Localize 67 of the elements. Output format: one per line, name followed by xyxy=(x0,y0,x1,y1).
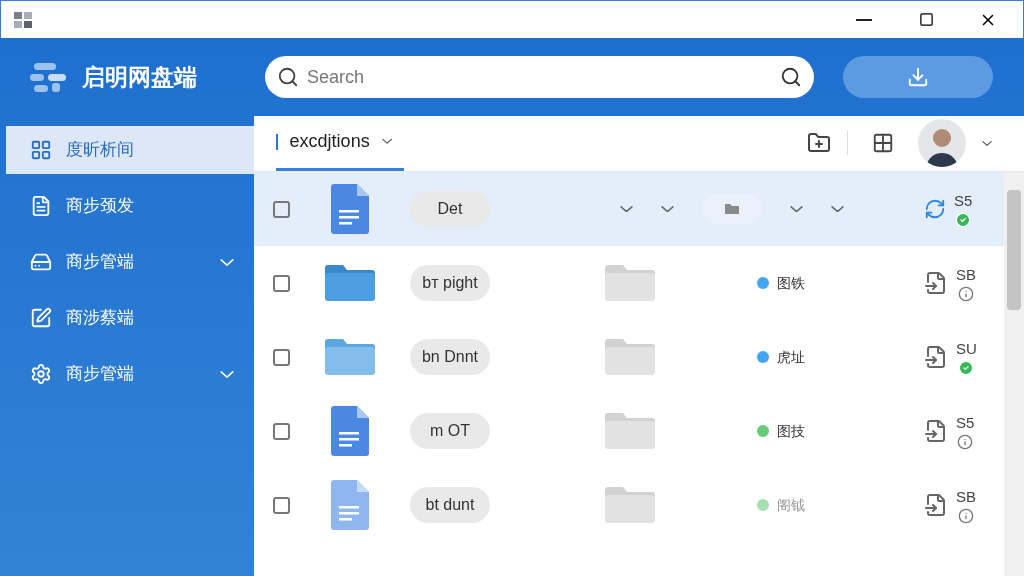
sidebar-icon xyxy=(30,363,52,385)
document-icon xyxy=(331,184,369,234)
minimize-icon xyxy=(856,18,872,21)
folder-icon xyxy=(325,339,375,375)
sidebar-item[interactable]: 商步管端 xyxy=(6,238,254,286)
sidebar-item[interactable]: 商涉蔡端 xyxy=(6,294,254,342)
new-folder-icon[interactable] xyxy=(807,131,831,155)
search-icon xyxy=(780,66,803,88)
folder-icon xyxy=(604,487,655,523)
file-row[interactable]: Det S5 xyxy=(254,172,1004,246)
chevron-icon xyxy=(790,205,803,213)
file-tag: bn Dnnt xyxy=(410,339,490,375)
chevron-icon xyxy=(220,258,234,266)
sidebar-icon xyxy=(30,251,52,273)
scrollbar[interactable] xyxy=(1004,172,1024,576)
sync-icon xyxy=(924,198,946,220)
chevron-icon xyxy=(381,138,392,145)
sidebar-item[interactable]: 度昕析间 xyxy=(6,126,254,174)
chevron-icon[interactable] xyxy=(982,140,992,146)
checkbox[interactable] xyxy=(273,348,290,366)
grid-view-icon[interactable] xyxy=(872,132,894,154)
sidebar-item[interactable]: 商步颈发 xyxy=(6,182,254,230)
chevron-icon xyxy=(620,205,633,213)
size-text: SB xyxy=(956,264,976,285)
file-tag: bt dunt xyxy=(410,487,490,523)
search-input[interactable]: Search xyxy=(307,63,773,91)
sidebar-item[interactable]: 商步管端 xyxy=(6,350,254,398)
file-icon xyxy=(924,493,948,517)
file-tag: bт pight xyxy=(410,265,490,301)
sidebar-icon xyxy=(30,195,52,217)
chevron-icon xyxy=(831,205,844,213)
avatar[interactable] xyxy=(918,119,966,167)
maximize-icon xyxy=(918,12,934,27)
status-text: 图技 xyxy=(777,421,805,441)
size-text: SU xyxy=(956,338,977,359)
chevron-icon xyxy=(661,205,674,213)
logo-icon xyxy=(30,61,66,93)
file-icon xyxy=(924,271,948,295)
download-icon xyxy=(907,66,930,88)
folder-icon xyxy=(725,204,739,214)
app-name: 启明网盘端 xyxy=(82,62,197,92)
folder-icon xyxy=(604,265,655,301)
folder-icon xyxy=(604,413,655,449)
sidebar-icon xyxy=(30,139,52,161)
chevron-icon xyxy=(220,370,234,378)
size-text: SB xyxy=(956,486,976,507)
checkbox[interactable] xyxy=(273,274,290,292)
checkbox[interactable] xyxy=(273,200,290,218)
app-icon xyxy=(13,9,33,30)
size-text: S5 xyxy=(954,190,973,211)
document-icon xyxy=(331,406,369,456)
size-text: S5 xyxy=(956,412,975,433)
checkbox[interactable] xyxy=(273,496,290,514)
file-icon xyxy=(924,419,948,443)
file-tag: Det xyxy=(410,191,490,227)
checkbox[interactable] xyxy=(273,422,290,440)
file-icon xyxy=(924,345,948,369)
document-icon xyxy=(331,480,369,530)
status-text: 虎址 xyxy=(777,347,805,367)
search-icon xyxy=(277,66,299,88)
search-field[interactable]: Search xyxy=(265,56,815,98)
sidebar-icon xyxy=(30,307,52,329)
folder-icon xyxy=(604,339,655,375)
file-tag: m OT xyxy=(410,413,490,449)
status-text: 阁钺 xyxy=(777,495,805,515)
folder-icon xyxy=(325,265,375,301)
status-text: 图铁 xyxy=(777,273,805,293)
